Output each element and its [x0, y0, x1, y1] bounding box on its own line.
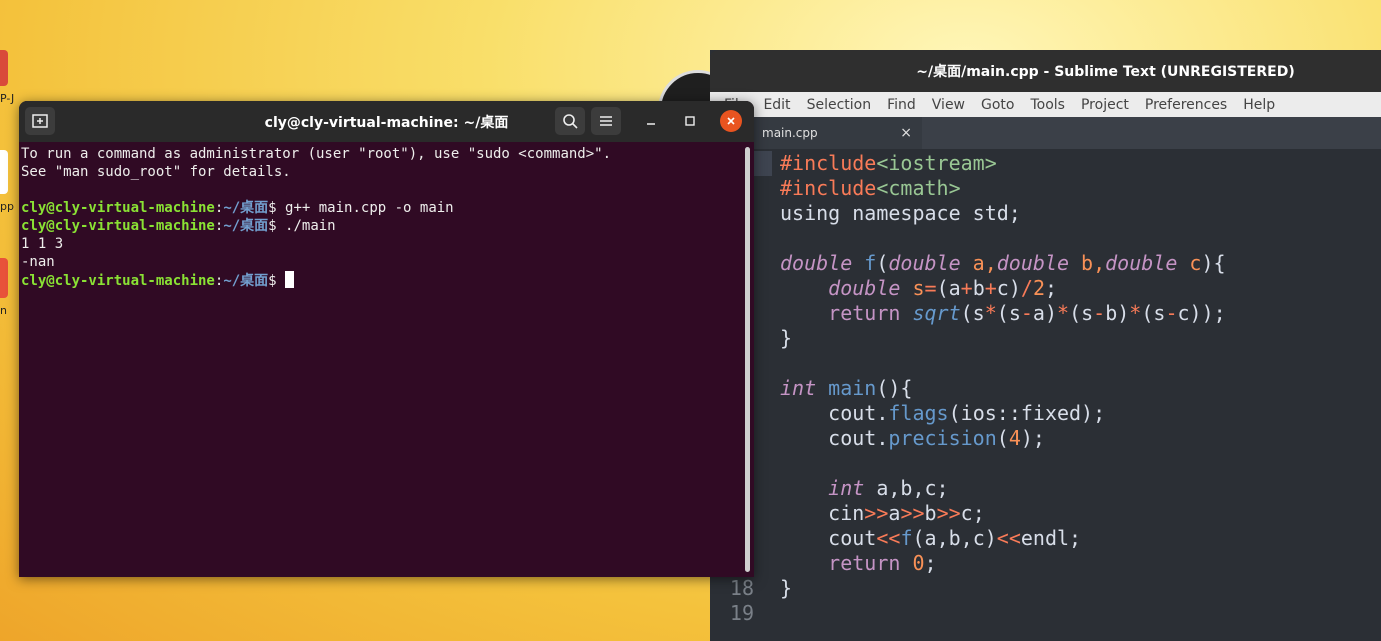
- menu-selection[interactable]: Selection: [799, 97, 880, 113]
- code-line: double f(double a,double b,double c){: [780, 251, 1226, 275]
- sublime-window: ~/桌面/main.cpp - Sublime Text (UNREGISTER…: [710, 50, 1381, 641]
- tab-label: main.cpp: [762, 126, 818, 140]
- terminal-titlebar[interactable]: cly@cly-virtual-machine: ~/桌面: [19, 101, 754, 142]
- desktop-icon-label-2: pp: [0, 200, 14, 213]
- menu-goto[interactable]: Goto: [973, 97, 1022, 113]
- maximize-icon[interactable]: [679, 110, 701, 132]
- code-text: #include<iostream> #include<cmath> using n…: [780, 151, 1226, 601]
- menu-find[interactable]: Find: [879, 97, 924, 113]
- close-icon[interactable]: [720, 110, 742, 132]
- terminal-scrollbar[interactable]: [745, 147, 750, 572]
- sublime-tabstrip: main.cpp ×: [710, 117, 1381, 149]
- tab-close-icon[interactable]: ×: [900, 125, 912, 141]
- line-number: 19: [729, 601, 754, 625]
- code-line: cout.flags(ios::fixed);: [828, 401, 1106, 425]
- menu-help[interactable]: Help: [1235, 97, 1283, 113]
- terminal-prompt-line: cly@cly-virtual-machine:~/桌面$ ./main: [21, 218, 336, 234]
- desktop-icon-3[interactable]: [0, 258, 8, 298]
- line-number: 18: [729, 576, 754, 600]
- code-line: int a,b,c;: [828, 476, 949, 500]
- text-cursor: [285, 271, 295, 288]
- desktop-icon-1[interactable]: [0, 50, 8, 86]
- code-line: cout<<f(a,b,c)<<endl;: [828, 526, 1082, 550]
- menu-project[interactable]: Project: [1073, 97, 1137, 113]
- terminal-prompt-line: cly@cly-virtual-machine:~/桌面$ g++ main.c…: [21, 200, 454, 216]
- code-line: }: [780, 326, 793, 350]
- terminal-line: -nan: [21, 254, 55, 270]
- code-editor[interactable]: 18 19 #include<iostream> #include<cmath> us…: [710, 149, 1381, 641]
- tab-main-cpp[interactable]: main.cpp ×: [752, 117, 922, 149]
- minimize-icon[interactable]: [640, 110, 662, 132]
- code-line: cout.precision(4);: [828, 426, 1045, 450]
- menu-view[interactable]: View: [924, 97, 973, 113]
- terminal-line: See "man sudo_root" for details.: [21, 164, 291, 180]
- code-line: using namespace std;: [780, 201, 1021, 225]
- desktop-icon-label-1: P-J: [0, 92, 15, 105]
- sublime-titlebar[interactable]: ~/桌面/main.cpp - Sublime Text (UNREGISTER…: [710, 50, 1381, 92]
- sublime-menubar: File Edit Selection Find View Goto Tools…: [710, 92, 1381, 117]
- code-line: #include<cmath>: [780, 176, 961, 200]
- code-line: }: [780, 576, 793, 600]
- code-line: return sqrt(s*(s-a)*(s-b)*(s-c));: [828, 301, 1226, 325]
- desktop-icon-label-3: n: [0, 304, 7, 317]
- menu-preferences[interactable]: Preferences: [1137, 97, 1235, 113]
- code-line: #include<iostream>: [780, 151, 997, 175]
- desktop-icon-2[interactable]: [0, 150, 8, 194]
- current-line-marker: [754, 151, 772, 176]
- hamburger-menu-icon[interactable]: [591, 107, 621, 135]
- terminal-window: cly@cly-virtual-machine: ~/桌面 To run a c…: [19, 101, 754, 577]
- code-line: int main(){: [780, 376, 913, 400]
- menu-tools[interactable]: Tools: [1022, 97, 1073, 113]
- code-line: cin>>a>>b>>c;: [828, 501, 985, 525]
- sublime-title: ~/桌面/main.cpp - Sublime Text (UNREGISTER…: [916, 64, 1295, 80]
- terminal-line: 1 1 3: [21, 236, 64, 252]
- menu-edit[interactable]: Edit: [755, 97, 798, 113]
- code-line: double s=(a+b+c)/2;: [828, 276, 1058, 300]
- search-icon[interactable]: [555, 107, 585, 135]
- code-line: return 0;: [828, 551, 937, 575]
- terminal-output[interactable]: To run a command as administrator (user …: [21, 145, 740, 290]
- terminal-prompt-line: cly@cly-virtual-machine:~/桌面$: [21, 271, 740, 290]
- terminal-line: To run a command as administrator (user …: [21, 146, 612, 162]
